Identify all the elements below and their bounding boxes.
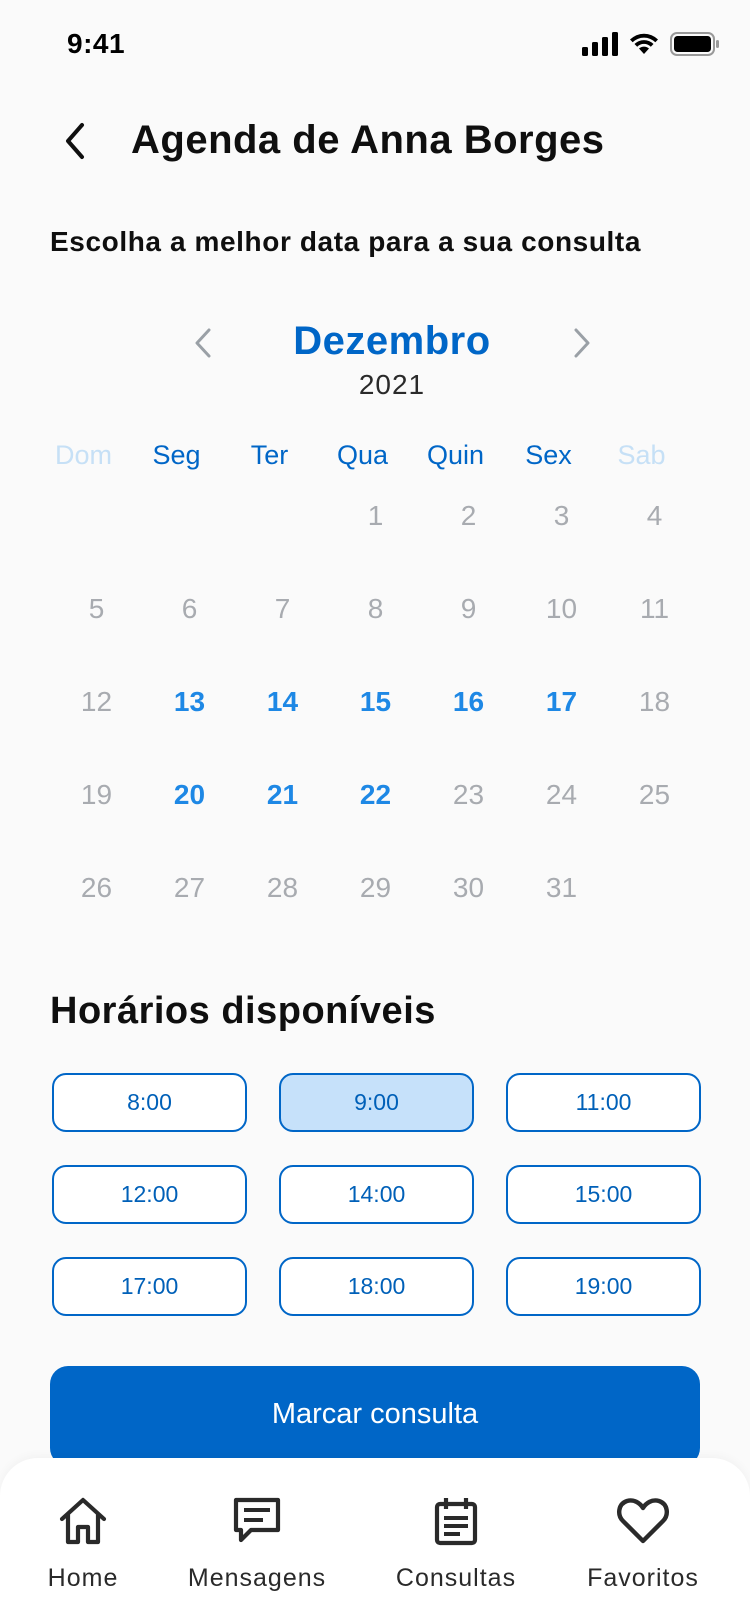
calendar-day-unavailable: 3 [553,500,570,531]
calendar-day-unavailable: 23 [452,779,485,810]
time-slot-button-selected[interactable]: 9:00 [279,1073,474,1132]
nav-label: Favoritos [587,1564,699,1592]
wifi-icon [628,32,660,61]
calendar-day-unavailable: 29 [359,872,392,903]
calendar-day-unavailable: 18 [638,686,671,717]
nav-item-home[interactable]: Home [3,1494,163,1593]
calendar-day-unavailable: 25 [638,779,671,810]
time-slot-button[interactable]: 8:00 [52,1073,247,1132]
heart-icon [616,1495,670,1552]
calendar-day-unavailable: 1 [367,500,384,531]
weekday-label: Dom [54,440,112,470]
time-slot-button[interactable]: 18:00 [279,1257,474,1316]
calendar-day-unavailable: 2 [460,500,477,531]
month-navigation: Dezembro 2021 [0,310,750,400]
time-slot-button[interactable]: 14:00 [279,1165,474,1224]
calendar-day-available[interactable]: 17 [515,688,608,781]
calendar-empty-cell [50,502,143,595]
back-button[interactable] [50,118,100,168]
chevron-left-icon [60,121,90,166]
calendar-day-available[interactable]: 16 [422,688,515,781]
nav-item-appointments[interactable]: Consultas [376,1494,536,1593]
time-slot-button[interactable]: 19:00 [506,1257,701,1316]
book-appointment-button[interactable]: Marcar consulta [50,1366,700,1466]
weekday-label: Qua [336,440,389,470]
calendar-day-unavailable: 8 [367,593,384,624]
weekday-label: Seg [152,440,201,470]
nav-item-favorites[interactable]: Favoritos [563,1494,723,1593]
calendar-day-grid: 1 2 3 4 5 6 7 8 9 10 11 12 13 14 15 16 17 18 19 20 21 22 23 24 2… [50,502,700,967]
calendar-day-unavailable: 24 [545,779,578,810]
calendar-day-available[interactable]: 15 [329,688,422,781]
weekday-label: Quin [426,440,485,470]
time-slot-button[interactable]: 11:00 [506,1073,701,1132]
weekday-label: Sab [617,440,666,470]
weekday-label: Sex [525,440,572,470]
next-month-button[interactable] [562,320,602,370]
time-slot-button[interactable]: 15:00 [506,1165,701,1224]
calendar-day-available[interactable]: 13 [143,688,236,781]
calendar-day-available[interactable]: 14 [236,688,329,781]
calendar-day-available[interactable]: 22 [329,781,422,874]
available-times-title: Horários disponíveis [50,990,436,1032]
chevron-right-icon [571,327,593,364]
calendar-day-unavailable: 28 [266,872,299,903]
calendar-day-unavailable: 27 [173,872,206,903]
status-time: 9:41 [67,28,126,59]
page-subtitle: Escolha a melhor data para a sua consult… [50,226,642,257]
calendar-day-unavailable: 19 [80,779,113,810]
weekday-header-row: Dom Seg Ter Qua Quin Sex Sab [37,440,733,471]
calendar-icon [430,1495,482,1552]
calendar-day-unavailable: 10 [545,593,578,624]
calendar-day-unavailable: 30 [452,872,485,903]
status-bar: 9:41 [0,0,750,96]
header: Agenda de Anna Borges [0,110,750,180]
time-slot-grid: 8:00 9:00 11:00 12:00 14:00 15:00 17:00 18:00 19… [52,1073,702,1316]
nav-label: Consultas [395,1564,517,1592]
home-icon [57,1495,109,1552]
calendar-day-unavailable: 5 [88,593,105,624]
year-label: 2021 [358,369,426,400]
calendar-day-unavailable: 4 [646,500,663,531]
calendar-day-available[interactable]: 21 [236,781,329,874]
nav-label: Mensagens [187,1564,327,1592]
nav-label: Home [47,1564,119,1592]
status-icons [582,32,720,61]
calendar-empty-cell [143,502,236,595]
calendar-day-unavailable: 12 [80,686,113,717]
page-title: Agenda de Anna Borges [131,118,605,162]
calendar-day-unavailable: 6 [181,593,198,624]
calendar-empty-cell [236,502,329,595]
weekday-label: Ter [250,440,289,470]
calendar-day-available[interactable]: 20 [143,781,236,874]
battery-icon [670,32,720,61]
calendar-day-unavailable: 26 [80,872,113,903]
calendar-day-unavailable: 9 [460,593,477,624]
time-slot-button[interactable]: 17:00 [52,1257,247,1316]
calendar-day-unavailable: 11 [639,593,670,624]
signal-icon [582,32,618,61]
bottom-navigation: Home Mensagens Consultas Favoritos [0,1458,750,1624]
month-name: Dezembro [293,319,491,363]
calendar-day-unavailable: 7 [274,593,291,624]
calendar-day-unavailable: 31 [545,872,578,903]
message-icon [231,1495,283,1552]
nav-item-messages[interactable]: Mensagens [177,1494,337,1593]
time-slot-button[interactable]: 12:00 [52,1165,247,1224]
